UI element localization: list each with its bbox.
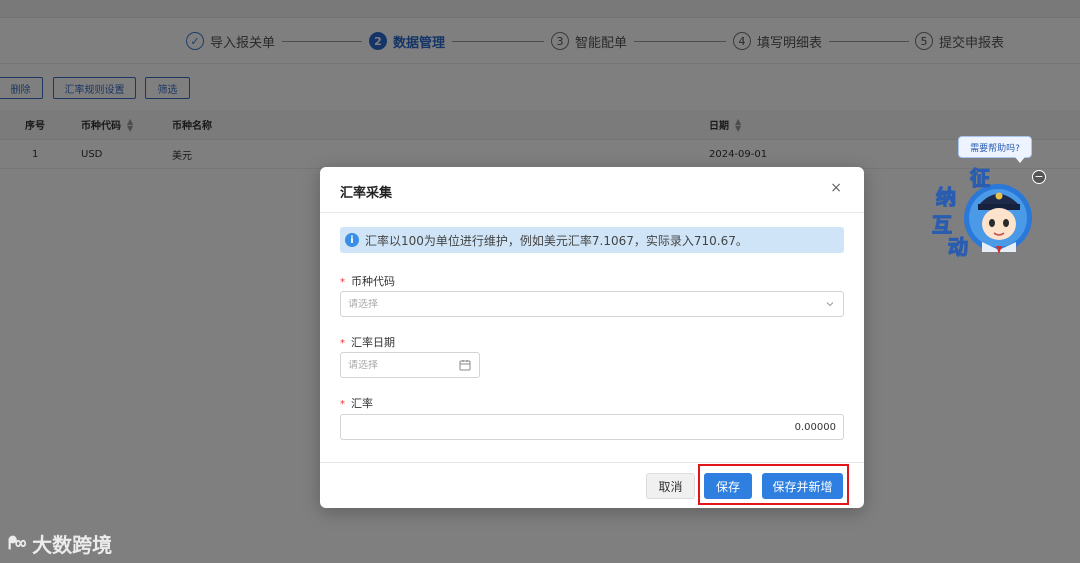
label-text: 币种代码 [351,275,395,288]
currency-code-label: * 币种代码 [340,273,395,289]
mascot-text-3: 互 [932,213,952,237]
exchange-rate-dialog: 汇率采集 × i 汇率以100为单位进行维护，例如美元汇率7.1067，实际录入… [320,167,864,508]
annotation-highlight-box [698,464,849,505]
helper-mascot-icon[interactable]: 征 纳 互 动 [930,160,1040,270]
close-icon[interactable]: × [830,180,842,196]
required-mark: * [340,399,345,410]
currency-code-input[interactable] [348,298,836,310]
minimize-helper-button[interactable]: − [1032,170,1046,184]
rate-input[interactable] [348,421,836,433]
dialog-header: 汇率采集 × [320,167,864,213]
calendar-icon [459,360,471,371]
required-mark: * [340,338,345,349]
currency-code-select[interactable] [340,291,844,317]
dialog-title: 汇率采集 [340,186,393,201]
rate-date-input[interactable] [348,359,472,371]
mascot-text-4: 动 [948,235,968,259]
info-icon: i [345,233,359,247]
info-alert: i 汇率以100为单位进行维护，例如美元汇率7.1067，实际录入710.67。 [340,227,844,253]
watermark: ᖰ∞ 大数跨境 [8,528,112,558]
rate-date-picker[interactable] [340,352,480,378]
watermark-text: 大数跨境 [32,532,113,557]
label-text: 汇率日期 [351,336,395,349]
cancel-button[interactable]: 取消 [646,473,695,499]
rate-label: * 汇率 [340,395,373,411]
info-text: 汇率以100为单位进行维护，例如美元汇率7.1067，实际录入710.67。 [365,233,748,248]
help-bubble[interactable]: 需要帮助吗? [958,136,1032,163]
chevron-down-icon [826,302,834,307]
mascot-text-1: 征 [970,166,990,190]
label-text: 汇率 [351,397,373,410]
mascot-text-2: 纳 [936,185,956,209]
watermark-logo-icon: ᖰ∞ [8,532,26,554]
rate-field[interactable] [340,414,844,440]
required-mark: * [340,277,345,288]
rate-date-label: * 汇率日期 [340,334,395,350]
